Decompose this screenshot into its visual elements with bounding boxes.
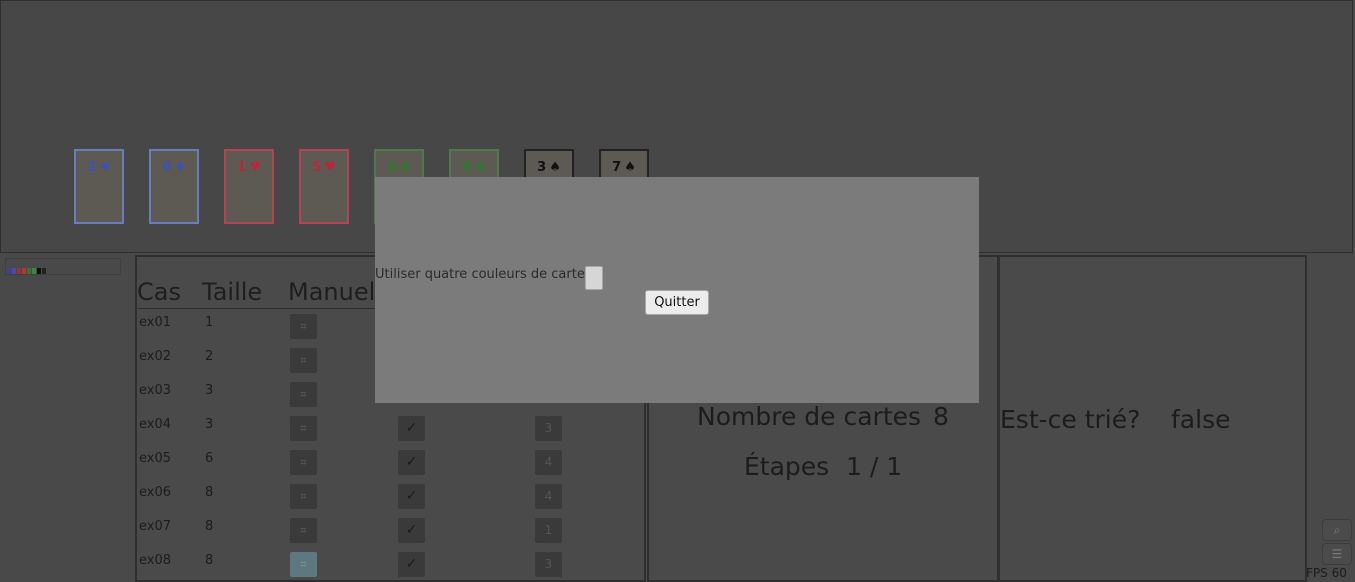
row-manual-button[interactable]: ⌗ [290,552,317,577]
row-manual-button[interactable]: ⌗ [290,416,317,441]
row-taille: 6 [205,451,214,466]
steps-value: 1 / 1 [846,452,903,481]
card-value: 4 [387,160,397,175]
palette-swatch[interactable] [27,268,31,274]
menu-icon[interactable]: ☰ [1322,543,1352,565]
card-suit-icon: ♥ [324,160,336,175]
row-manual-button[interactable]: ⌗ [290,314,317,339]
row-taille: 2 [205,349,214,364]
steps-label: Étapes [744,452,830,481]
palette-swatch[interactable] [7,268,11,274]
card-suit-icon: ♥ [249,160,261,175]
row-taille: 8 [205,519,214,534]
card-value: 6 [162,160,172,175]
card-suit-icon: ♦ [99,160,111,175]
card-value: 3 [537,160,547,175]
row-taille: 8 [205,485,214,500]
row-step-button[interactable]: 4 [535,484,562,509]
row-cas: ex05 [139,451,172,466]
quit-button[interactable]: Quitter [645,290,709,315]
card[interactable]: 1 ♥ [224,149,274,224]
row-step-button[interactable]: 3 [535,552,562,577]
card[interactable]: 5 ♥ [299,149,349,224]
cards-count-value: 8 [933,402,949,431]
palette-swatch[interactable] [22,268,26,274]
row-cas: ex02 [139,349,172,364]
card-value: 1 [237,160,247,175]
row-cas: ex01 [139,315,172,330]
left-panel [0,256,134,582]
row-step-button[interactable]: 3 [535,416,562,441]
row-manual-button[interactable]: ⌗ [290,450,317,475]
card-suit-icon: ♣ [399,160,411,175]
card-value: 2 [87,160,97,175]
row-cas: ex08 [139,553,172,568]
row-check-icon[interactable]: ✓ [398,518,425,543]
card-value: 8 [462,160,472,175]
row-taille: 3 [205,383,214,398]
cards-count-label: Nombre de cartes [697,402,922,431]
card-suit-icon: ♦ [174,160,186,175]
four-colors-checkbox[interactable] [585,266,603,290]
row-cas: ex06 [139,485,172,500]
fps-counter: FPS 60 [1306,566,1347,580]
row-taille: 8 [205,553,214,568]
card-value: 5 [312,160,322,175]
row-cas: ex03 [139,383,172,398]
card-value: 7 [612,160,622,175]
row-manual-button[interactable]: ⌗ [290,484,317,509]
sorted-value: false [1171,405,1231,434]
row-taille: 3 [205,417,214,432]
header-taille: Taille [202,278,263,306]
palette-swatch[interactable] [32,268,36,274]
row-check-icon[interactable]: ✓ [398,450,425,475]
row-cas: ex07 [139,519,172,534]
card-suit-icon: ♠ [549,160,561,175]
row-check-icon[interactable]: ✓ [398,552,425,577]
card[interactable]: 6 ♦ [149,149,199,224]
header-manuel: Manuel [288,278,376,306]
row-manual-button[interactable]: ⌗ [290,518,317,543]
search-icon[interactable]: ⌕ [1322,519,1352,541]
palette-swatch[interactable] [42,268,46,274]
card-suit-icon: ♣ [474,160,486,175]
row-step-button[interactable]: 1 [535,518,562,543]
color-palette[interactable] [5,258,121,275]
four-colors-label: Utiliser quatre couleurs de carte [375,267,585,282]
palette-swatch[interactable] [12,268,16,274]
row-step-button[interactable]: 4 [535,450,562,475]
card[interactable]: 2 ♦ [74,149,124,224]
card-suit-icon: ♠ [624,160,636,175]
row-taille: 1 [205,315,214,330]
header-cas: Cas [137,278,181,306]
row-check-icon[interactable]: ✓ [398,416,425,441]
sorted-label: Est-ce trié? [1000,405,1141,434]
row-check-icon[interactable]: ✓ [398,484,425,509]
row-cas: ex04 [139,417,172,432]
row-manual-button[interactable]: ⌗ [290,348,317,373]
row-manual-button[interactable]: ⌗ [290,382,317,407]
palette-swatch[interactable] [37,268,41,274]
palette-swatch[interactable] [17,268,21,274]
